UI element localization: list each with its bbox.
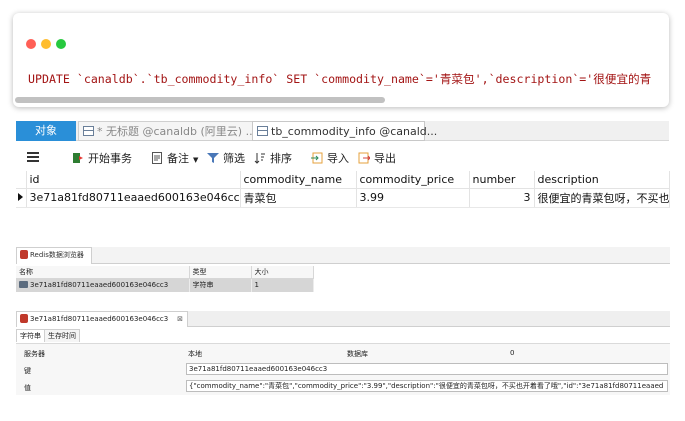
sort-label: 排序 (270, 152, 292, 165)
filter-label: 筛选 (223, 152, 245, 165)
tab-table-label: tb_commodity_info @canald... (271, 125, 438, 138)
table-cell[interactable]: 3e71a81fd80711eaaed600163e046cc3 (26, 188, 241, 208)
redis-browser-title: Redis数据浏览器 (30, 251, 84, 259)
redis-key-list: 名称 类型 大小 3e71a81fd80711eaaed600163e046cc… (16, 266, 314, 292)
column-header[interactable]: 类型 (189, 266, 252, 279)
import-label: 导入 (327, 152, 349, 165)
server-value: 本地 (188, 350, 202, 358)
horizontal-scrollbar[interactable] (15, 97, 385, 103)
query-icon (83, 126, 94, 136)
list-item[interactable]: 3e71a81fd80711eaaed600163e046cc3 字符串 1 (16, 278, 314, 292)
tab-ttl[interactable]: 生存时间 (44, 329, 80, 342)
key-detail-tabbar: 3e71a81fd80711eaaed600163e046cc3 ⊠ (16, 311, 670, 327)
table-cell[interactable]: 很便宜的青菜包呀，不买也开 (534, 188, 670, 208)
memo-label: 备注 (167, 152, 189, 165)
table-cell[interactable]: 3 (469, 188, 535, 208)
yellow-dot-icon (41, 39, 51, 49)
column-header[interactable]: id (26, 171, 241, 189)
data-grid: id commodity_name commodity_price number… (16, 171, 670, 208)
begin-transaction-button[interactable]: 开始事务 (72, 150, 132, 166)
sql-statement: UPDATE `canaldb`.`tb_commodity_info` SET… (28, 72, 652, 86)
column-header[interactable]: commodity_name (240, 171, 357, 189)
key-name-cell[interactable]: 3e71a81fd80711eaaed600163e046cc3 (16, 278, 190, 292)
green-dot-icon (56, 39, 66, 49)
server-label: 服务器 (24, 350, 45, 358)
tab-table[interactable]: tb_commodity_info @canald... (252, 121, 437, 141)
key-detail-tab[interactable]: 3e71a81fd80711eaaed600163e046cc3 ⊠ (16, 311, 188, 327)
value-label: 值 (24, 384, 31, 392)
key-name: 3e71a81fd80711eaaed600163e046cc3 (30, 281, 169, 290)
tab-string[interactable]: 字符串 (16, 329, 45, 342)
transaction-icon (73, 153, 83, 163)
export-icon (358, 152, 370, 164)
memo-icon (152, 152, 162, 164)
row-header-corner (16, 171, 27, 189)
filter-icon (207, 153, 219, 163)
tab-untitled-label: * 无标题 @canaldb (阿里云) ... (97, 125, 257, 138)
tab-objects[interactable]: 对象 (16, 121, 76, 141)
tab-untitled-query[interactable]: * 无标题 @canaldb (阿里云) ... (78, 121, 268, 141)
table-cell[interactable]: 3.99 (356, 188, 470, 208)
row-pointer-icon (18, 193, 23, 201)
filter-button[interactable]: 筛选 (207, 150, 245, 166)
export-label: 导出 (374, 152, 396, 165)
table-icon (257, 126, 268, 136)
redis-browser-tabbar: Redis数据浏览器 (16, 247, 670, 264)
column-header[interactable]: commodity_price (356, 171, 470, 189)
column-header[interactable]: description (534, 171, 670, 189)
detail-subtabs: 字符串 生存时间 (16, 329, 80, 342)
begin-transaction-label: 开始事务 (88, 152, 132, 165)
import-button[interactable]: 导入 (311, 150, 349, 166)
database-label: 数据库 (347, 350, 368, 358)
column-header[interactable]: 名称 (16, 266, 190, 279)
key-detail-tab-label: 3e71a81fd80711eaaed600163e046cc3 (30, 315, 169, 323)
database-value: 0 (510, 349, 515, 357)
navicat-toolbar: 开始事务 备注 ▼ 筛选 排序 导入 导出 (16, 143, 669, 171)
close-icon[interactable]: ⊠ (177, 312, 183, 326)
export-button[interactable]: 导出 (358, 150, 396, 166)
key-icon (19, 281, 28, 289)
key-field[interactable]: 3e71a81fd80711eaaed600163e046cc3 (186, 363, 668, 375)
current-row-marker (16, 188, 27, 208)
table-row[interactable]: 3e71a81fd80711eaaed600163e046cc3 青菜包 3.9… (16, 188, 670, 208)
sort-button[interactable]: 排序 (254, 150, 292, 166)
table-cell[interactable]: 青菜包 (240, 188, 357, 208)
key-list-header: 名称 类型 大小 (16, 266, 314, 279)
column-header[interactable]: number (469, 171, 535, 189)
chevron-down-icon[interactable]: ▼ (193, 156, 198, 164)
value-field[interactable]: {"commodity_name":"青菜包","commodity_price… (186, 380, 668, 392)
key-label: 键 (24, 367, 31, 375)
menu-icon[interactable] (27, 152, 39, 162)
key-type-cell[interactable]: 字符串 (189, 278, 252, 292)
sort-icon (254, 153, 265, 164)
navicat-tabbar: 对象 * 无标题 @canaldb (阿里云) ... tb_commodity… (16, 121, 669, 141)
redis-icon (20, 250, 28, 259)
redis-browser-tab[interactable]: Redis数据浏览器 (16, 247, 92, 264)
redis-icon (20, 314, 28, 323)
red-dot-icon (26, 39, 36, 49)
key-detail-form: 服务器 本地 数据库 0 键 3e71a81fd80711eaaed600163… (16, 343, 670, 395)
key-size-cell[interactable]: 1 (251, 278, 314, 292)
memo-button[interactable]: 备注 ▼ (151, 150, 198, 166)
sql-code-card: UPDATE `canaldb`.`tb_commodity_info` SET… (13, 13, 669, 107)
grid-header-row: id commodity_name commodity_price number… (16, 171, 670, 189)
import-icon (311, 152, 323, 164)
column-header[interactable]: 大小 (251, 266, 314, 279)
